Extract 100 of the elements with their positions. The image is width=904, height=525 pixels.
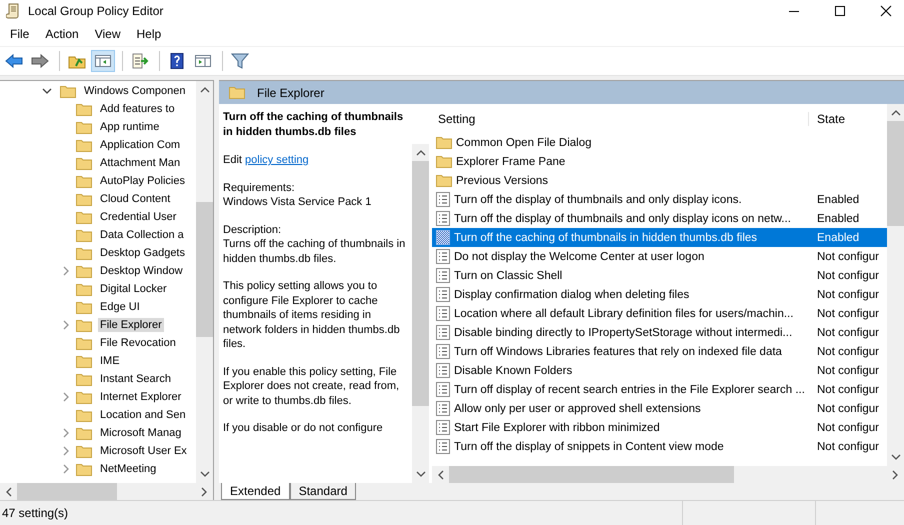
scrollbar-thumb[interactable] [196, 202, 213, 337]
folder-icon [76, 426, 92, 440]
description-text: Turns off the caching of thumbnails in hidden thumbs.db files. [223, 237, 406, 266]
chevron-up-icon[interactable] [416, 149, 426, 156]
list-row[interactable]: Turn on Classic Shell Not configur [432, 266, 887, 285]
policy-setting-link[interactable]: policy setting [245, 154, 309, 166]
chevron-right-icon[interactable] [62, 446, 70, 456]
chevron-right-icon[interactable] [62, 464, 70, 474]
list-row[interactable]: Turn off the display of snippets in Content view mode Not configur [432, 437, 887, 456]
folder-icon [76, 156, 92, 170]
folder-icon [76, 372, 92, 386]
folder-icon [76, 300, 92, 314]
chevron-down-icon[interactable] [200, 471, 210, 478]
tree-item[interactable]: Application Com [98, 138, 182, 152]
list-row[interactable]: Allow only per user or approved shell extensions Not configur [432, 399, 887, 418]
chevron-right-icon[interactable] [201, 486, 208, 496]
list-row[interactable]: Disable Known Folders Not configur [432, 361, 887, 380]
state-text: Not configur [816, 308, 880, 320]
folder-icon [76, 174, 92, 188]
description-text: If you enable this policy setting, File Explorer does not create, read from, or write to thumbs.db files. [223, 364, 400, 408]
horizontal-scrollbar[interactable] [432, 466, 904, 483]
list-row[interactable]: Location where all default Library definition files for users/machin... Not configur [432, 304, 887, 323]
menu-item[interactable]: File [4, 27, 36, 41]
tree-item[interactable]: Attachment Man [98, 156, 182, 170]
tree-item[interactable]: File Revocation [98, 336, 178, 350]
close-icon[interactable] [880, 5, 892, 17]
maximize-icon[interactable] [834, 5, 846, 17]
list-row[interactable]: Turn off the caching of thumbnails in hidden thumbs.db files Enabled [432, 228, 887, 247]
scrollbar-thumb[interactable] [449, 466, 734, 483]
list-row[interactable]: Do not display the Welcome Center at user logon Not configur [432, 247, 887, 266]
folder-icon [436, 155, 452, 168]
tree-item[interactable]: Data Collection a [98, 228, 186, 242]
tree-item[interactable]: Microsoft Manag [98, 426, 184, 440]
setting-name: Turn off the caching of thumbnails in hidden thumbs.db files [454, 232, 758, 244]
tree-item[interactable]: Windows Componen [82, 84, 188, 98]
chevron-up-icon[interactable] [890, 109, 900, 116]
document-icon [436, 249, 450, 264]
setting-name: Turn off display of recent search entries in the File Explorer search ... [454, 384, 806, 396]
tree-item[interactable]: IME [98, 354, 122, 368]
view-tab[interactable]: Standard [290, 483, 356, 500]
chevron-down-icon[interactable] [42, 87, 52, 95]
tree-item[interactable]: App runtime [98, 120, 162, 134]
tree-item[interactable]: AutoPlay Policies [98, 174, 187, 188]
list-row[interactable]: Previous Versions [432, 171, 887, 190]
list-row[interactable]: Disable binding directly to IPropertySetStorage without intermedi... Not configur [432, 323, 887, 342]
chevron-up-icon[interactable] [200, 86, 210, 93]
tree-item[interactable]: Location and Sen [98, 408, 188, 422]
tree-item[interactable]: Add features to [98, 102, 177, 116]
menu-item[interactable]: Help [130, 27, 168, 41]
list-row[interactable]: Common Open File Dialog [432, 133, 887, 152]
tree-item[interactable]: Internet Explorer [98, 390, 184, 404]
document-icon [436, 325, 450, 340]
menu-item[interactable]: Action [39, 27, 85, 41]
chevron-down-icon[interactable] [890, 454, 900, 461]
tree-item[interactable]: File Explorer [98, 318, 164, 332]
tree-item[interactable]: Instant Search [98, 372, 173, 386]
vertical-scrollbar[interactable] [412, 144, 429, 483]
list-row[interactable]: Turn off the display of thumbnails and only display icons on netw... Enabled [432, 209, 887, 228]
list-row[interactable]: Explorer Frame Pane [432, 152, 887, 171]
chevron-right-icon[interactable] [62, 266, 70, 276]
menu-item[interactable]: View [88, 27, 126, 41]
folder-icon [76, 210, 92, 224]
chevron-right-icon[interactable] [62, 392, 70, 402]
document-icon [436, 344, 450, 359]
window-title: Local Group Policy Editor [28, 4, 164, 18]
tree-item[interactable]: Microsoft User Ex [98, 444, 189, 458]
chevron-right-icon[interactable] [62, 320, 70, 330]
forward-arrow-icon [31, 53, 49, 69]
chevron-left-icon[interactable] [437, 470, 444, 480]
folder-icon [76, 246, 92, 260]
view-tab[interactable]: Extended [221, 483, 290, 500]
state-text: Not configur [816, 422, 880, 434]
tree-item[interactable]: NetMeeting [98, 462, 158, 476]
chevron-right-icon[interactable] [62, 428, 70, 438]
tree-item[interactable]: Desktop Window [98, 264, 185, 278]
scrollbar-thumb[interactable] [412, 161, 429, 406]
setting-name: Disable binding directly to IPropertySetStorage without intermedi... [454, 326, 794, 338]
list-row[interactable]: Turn off Windows Libraries features that rely on indexed file data Not configur [432, 342, 887, 361]
chevron-left-icon[interactable] [5, 486, 12, 496]
tree-item[interactable]: Edge UI [98, 300, 142, 314]
vertical-scrollbar[interactable] [887, 104, 904, 466]
list-row[interactable]: Turn off the display of thumbnails and only display icons. Enabled [432, 190, 887, 209]
list-row[interactable]: Start File Explorer with ribbon minimized Not configur [432, 418, 887, 437]
scrollbar-thumb[interactable] [17, 483, 117, 500]
vertical-scrollbar[interactable] [196, 81, 213, 483]
tree-item[interactable]: Desktop Gadgets [98, 246, 187, 260]
state-text: Not configur [816, 270, 880, 282]
tree-item[interactable]: Cloud Content [98, 192, 172, 206]
setting-name: Common Open File Dialog [456, 136, 593, 148]
chevron-down-icon[interactable] [416, 471, 426, 478]
scrollbar-thumb[interactable] [887, 121, 904, 226]
tree-item[interactable]: Credential User [98, 210, 178, 224]
tree-item[interactable]: Digital Locker [98, 282, 169, 296]
list-row[interactable]: Turn off display of recent search entries in the File Explorer search ... Not configur [432, 380, 887, 399]
list-row[interactable]: Display confirmation dialog when deleting files Not configur [432, 285, 887, 304]
horizontal-scrollbar[interactable] [0, 483, 213, 500]
pane-title: File Explorer [257, 86, 324, 100]
column-header[interactable]: Setting [438, 112, 808, 126]
chevron-right-icon[interactable] [892, 470, 899, 480]
state-text: Not configur [816, 288, 880, 300]
